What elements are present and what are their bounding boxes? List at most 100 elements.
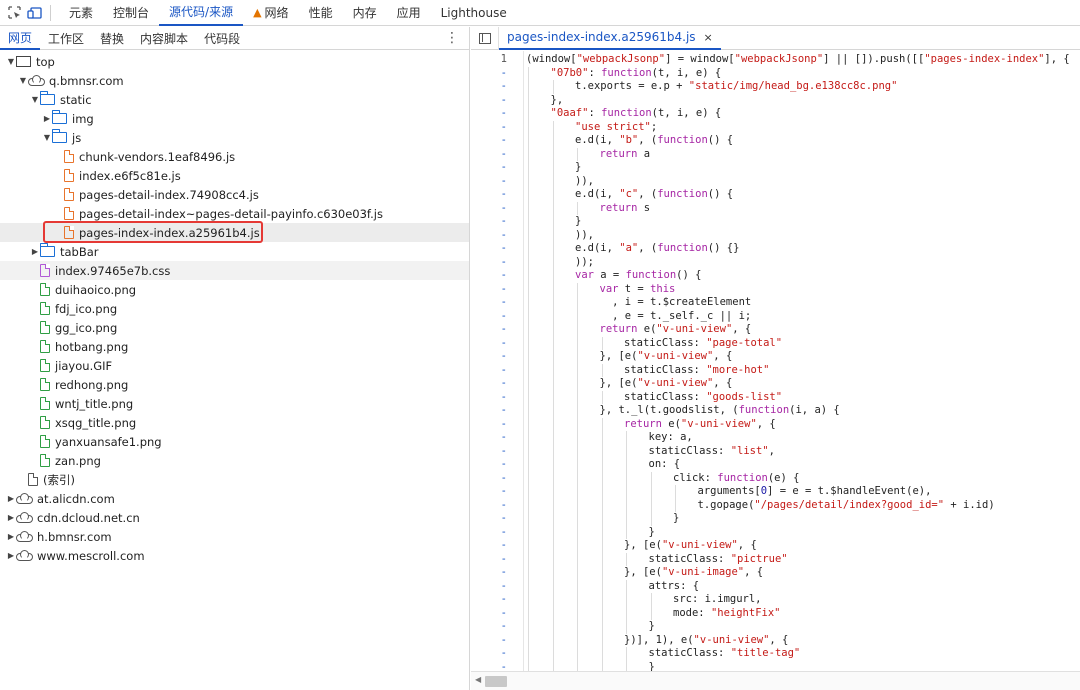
- line-number[interactable]: -: [471, 512, 507, 526]
- tab-elements[interactable]: 元素: [59, 0, 103, 26]
- line-number[interactable]: -: [471, 134, 507, 148]
- line-number[interactable]: -: [471, 391, 507, 405]
- tree-item[interactable]: ▶ cdn.dcloud.net.cn: [0, 508, 469, 527]
- line-number[interactable]: -: [471, 607, 507, 621]
- line-number[interactable]: -: [471, 553, 507, 567]
- line-number[interactable]: -: [471, 229, 507, 243]
- expand-down-icon[interactable]: ▼: [18, 76, 28, 85]
- tree-item[interactable]: ▶ at.alicdn.com: [0, 489, 469, 508]
- line-number[interactable]: -: [471, 337, 507, 351]
- expand-right-icon[interactable]: ▶: [6, 513, 16, 522]
- line-number[interactable]: -: [471, 296, 507, 310]
- line-number[interactable]: -: [471, 458, 507, 472]
- scroll-left-icon[interactable]: ◀: [475, 675, 481, 684]
- expand-right-icon[interactable]: ▶: [6, 494, 16, 503]
- more-options-icon[interactable]: ⋮: [445, 30, 459, 46]
- expand-down-icon[interactable]: ▼: [6, 57, 16, 66]
- line-number[interactable]: -: [471, 121, 507, 135]
- tab-page[interactable]: 网页: [0, 27, 41, 50]
- code-view[interactable]: 1 (window["webpackJsonp"] = window["webpa…: [471, 51, 1080, 674]
- line-number[interactable]: -: [471, 148, 507, 162]
- tree-item[interactable]: hotbang.png: [0, 337, 469, 356]
- tree-item[interactable]: chunk-vendors.1eaf8496.js: [0, 147, 469, 166]
- line-number[interactable]: -: [471, 593, 507, 607]
- tree-item[interactable]: zan.png: [0, 451, 469, 470]
- line-number[interactable]: -: [471, 499, 507, 513]
- line-number[interactable]: -: [471, 620, 507, 634]
- editor-tab-file[interactable]: pages-index-index.a25961b4.js ×: [499, 27, 721, 50]
- tab-application[interactable]: 应用: [387, 0, 431, 26]
- tree-item[interactable]: ▶ img: [0, 109, 469, 128]
- tree-item[interactable]: ▶ www.mescroll.com: [0, 546, 469, 565]
- line-number[interactable]: -: [471, 215, 507, 229]
- line-number[interactable]: -: [471, 445, 507, 459]
- tree-item[interactable]: index.97465e7b.css: [0, 261, 469, 280]
- expand-right-icon[interactable]: ▶: [6, 551, 16, 560]
- line-number[interactable]: -: [471, 431, 507, 445]
- device-toolbar-icon[interactable]: [24, 0, 44, 26]
- tree-item[interactable]: ▼ q.bmnsr.com: [0, 71, 469, 90]
- toggle-navigator-icon[interactable]: [471, 27, 499, 50]
- tree-item[interactable]: ▼ top: [0, 52, 469, 71]
- tree-item[interactable]: xsqg_title.png: [0, 413, 469, 432]
- line-number[interactable]: -: [471, 364, 507, 378]
- expand-down-icon[interactable]: ▼: [30, 95, 40, 104]
- line-number[interactable]: -: [471, 256, 507, 270]
- line-number[interactable]: -: [471, 283, 507, 297]
- line-number[interactable]: -: [471, 323, 507, 337]
- line-number[interactable]: -: [471, 634, 507, 648]
- tab-lighthouse[interactable]: Lighthouse: [431, 0, 517, 26]
- line-number[interactable]: -: [471, 404, 507, 418]
- line-number[interactable]: -: [471, 269, 507, 283]
- line-number[interactable]: -: [471, 94, 507, 108]
- line-number[interactable]: -: [471, 472, 507, 486]
- line-number[interactable]: 1: [471, 53, 507, 67]
- tree-item[interactable]: gg_ico.png: [0, 318, 469, 337]
- line-number[interactable]: -: [471, 485, 507, 499]
- line-number[interactable]: -: [471, 67, 507, 81]
- tab-snippets[interactable]: 代码段: [196, 27, 248, 50]
- tab-overrides[interactable]: 替换: [92, 27, 132, 50]
- tab-network[interactable]: ▲ 网络: [243, 0, 298, 26]
- line-number[interactable]: -: [471, 202, 507, 216]
- line-number[interactable]: -: [471, 566, 507, 580]
- tree-item[interactable]: ▶ h.bmnsr.com: [0, 527, 469, 546]
- tree-item[interactable]: index.e6f5c81e.js: [0, 166, 469, 185]
- line-number[interactable]: -: [471, 526, 507, 540]
- tab-performance[interactable]: 性能: [299, 0, 343, 26]
- line-number[interactable]: -: [471, 580, 507, 594]
- tab-workspace[interactable]: 工作区: [40, 27, 92, 50]
- line-number[interactable]: -: [471, 647, 507, 661]
- expand-right-icon[interactable]: ▶: [42, 114, 52, 123]
- line-number[interactable]: -: [471, 539, 507, 553]
- line-number[interactable]: -: [471, 310, 507, 324]
- expand-right-icon[interactable]: ▶: [6, 532, 16, 541]
- line-number[interactable]: -: [471, 80, 507, 94]
- tree-item[interactable]: redhong.png: [0, 375, 469, 394]
- line-number[interactable]: -: [471, 107, 507, 121]
- close-icon[interactable]: ×: [704, 31, 713, 44]
- tab-content-scripts[interactable]: 内容脚本: [132, 27, 196, 50]
- line-number[interactable]: -: [471, 161, 507, 175]
- tab-console[interactable]: 控制台: [103, 0, 159, 26]
- tree-item[interactable]: ▶ tabBar: [0, 242, 469, 261]
- tree-item[interactable]: pages-detail-index.74908cc4.js: [0, 185, 469, 204]
- inspect-element-icon[interactable]: [4, 0, 24, 26]
- line-number[interactable]: -: [471, 377, 507, 391]
- tree-item[interactable]: ▼ static: [0, 90, 469, 109]
- tab-sources[interactable]: 源代码/来源: [159, 0, 244, 26]
- tree-item[interactable]: yanxuansafe1.png: [0, 432, 469, 451]
- line-number[interactable]: -: [471, 188, 507, 202]
- tree-item[interactable]: wntj_title.png: [0, 394, 469, 413]
- expand-down-icon[interactable]: ▼: [42, 133, 52, 142]
- tab-memory[interactable]: 内存: [343, 0, 387, 26]
- expand-right-icon[interactable]: ▶: [30, 247, 40, 256]
- line-number[interactable]: -: [471, 418, 507, 432]
- tree-item[interactable]: duihaoico.png: [0, 280, 469, 299]
- tree-item[interactable]: (索引): [0, 470, 469, 489]
- line-number[interactable]: -: [471, 350, 507, 364]
- tree-item[interactable]: jiayou.GIF: [0, 356, 469, 375]
- tree-item[interactable]: fdj_ico.png: [0, 299, 469, 318]
- line-number[interactable]: -: [471, 175, 507, 189]
- line-number[interactable]: -: [471, 242, 507, 256]
